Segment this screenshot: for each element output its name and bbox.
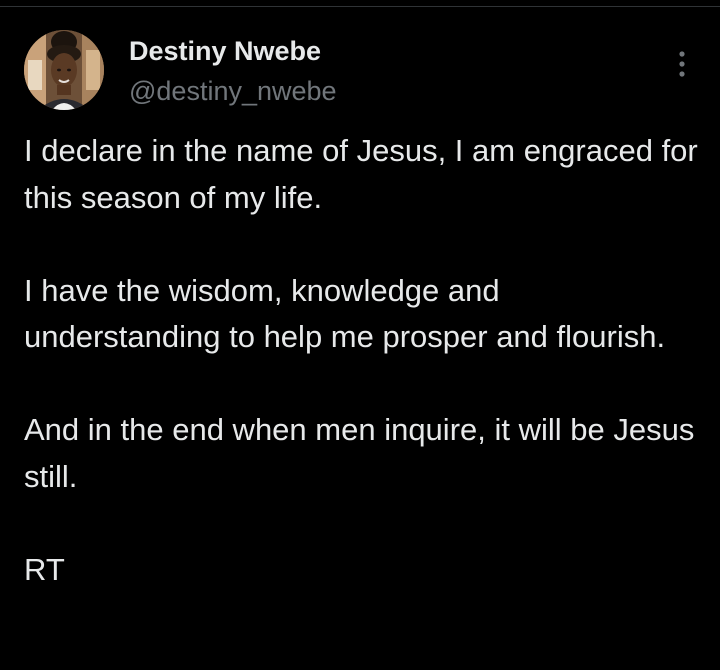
post-paragraph: RT xyxy=(24,551,65,587)
top-divider xyxy=(0,6,720,7)
post-paragraph: I declare in the name of Jesus, I am eng… xyxy=(24,133,698,215)
avatar[interactable] xyxy=(24,30,104,110)
more-vertical-icon xyxy=(679,51,685,77)
post-paragraph: I have the wisdom, knowledge and underst… xyxy=(24,272,666,355)
author-names: Destiny Nwebe @destiny_nwebe xyxy=(129,34,337,108)
post-text: I declare in the name of Jesus, I am eng… xyxy=(24,128,704,593)
more-options-button[interactable] xyxy=(668,44,696,84)
author-display-name[interactable]: Destiny Nwebe xyxy=(129,34,337,68)
avatar-photo xyxy=(24,30,104,110)
author-handle[interactable]: @destiny_nwebe xyxy=(129,74,337,108)
post-paragraph: And in the end when men inquire, it will… xyxy=(24,412,695,494)
post-header: Destiny Nwebe @destiny_nwebe xyxy=(24,30,696,112)
